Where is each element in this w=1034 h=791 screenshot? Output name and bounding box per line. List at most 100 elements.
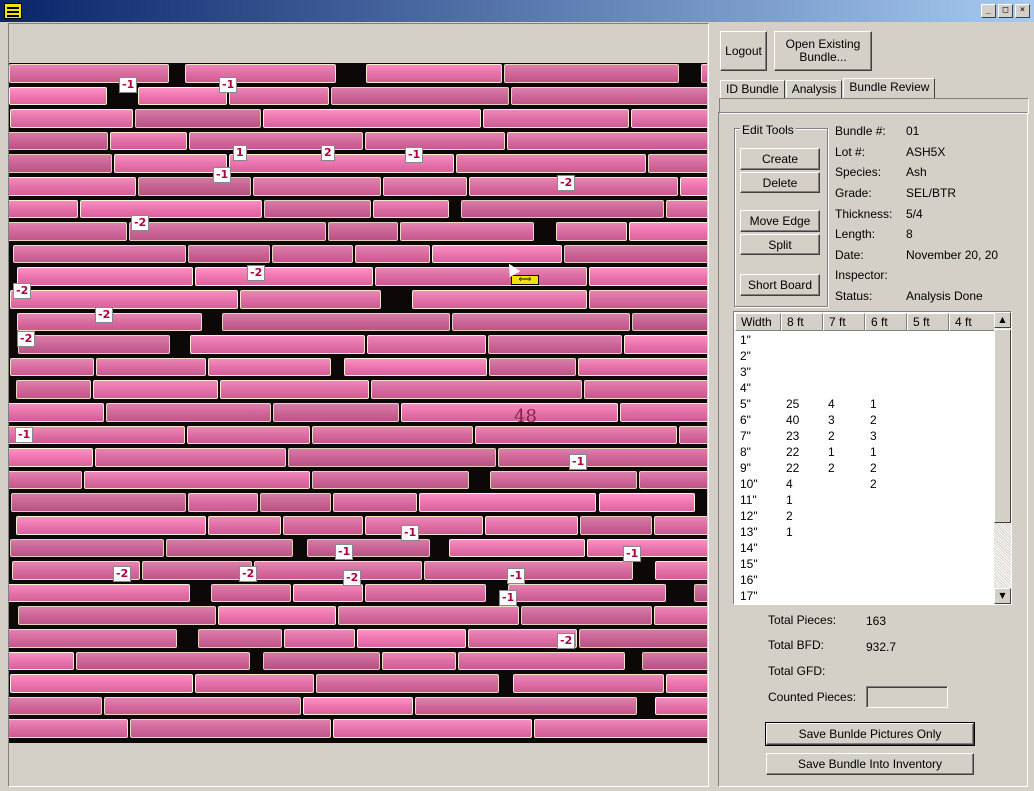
board[interactable]	[488, 335, 622, 354]
board[interactable]	[252, 177, 381, 196]
table-row[interactable]: 10" 4 2	[740, 476, 990, 492]
board[interactable]	[312, 470, 469, 490]
board[interactable]	[365, 583, 487, 603]
board[interactable]	[208, 357, 331, 377]
scroll-down-icon[interactable]: ▼	[994, 588, 1011, 604]
board[interactable]	[189, 131, 363, 151]
board[interactable]	[80, 199, 262, 219]
board[interactable]	[130, 719, 331, 738]
save-pictures-button[interactable]: Save Bunlde Pictures Only	[765, 722, 975, 746]
board[interactable]	[114, 154, 228, 173]
logout-button[interactable]: Logout	[720, 31, 767, 71]
board-tag[interactable]: -2	[13, 283, 32, 299]
board[interactable]	[475, 425, 678, 445]
board-tag[interactable]: -1	[335, 544, 354, 560]
board-tag[interactable]: -2	[247, 265, 266, 281]
board[interactable]	[580, 516, 653, 535]
board[interactable]	[632, 312, 707, 332]
board[interactable]	[284, 629, 355, 648]
board[interactable]	[229, 86, 330, 106]
board[interactable]	[333, 493, 418, 512]
board[interactable]	[510, 86, 707, 106]
board[interactable]	[75, 651, 251, 671]
board[interactable]	[9, 651, 74, 671]
board[interactable]	[365, 516, 484, 535]
board-tag[interactable]: -2	[557, 175, 576, 191]
board[interactable]	[9, 199, 79, 219]
board[interactable]	[364, 131, 505, 151]
board[interactable]	[331, 86, 509, 106]
board[interactable]	[399, 222, 535, 241]
board[interactable]	[240, 290, 381, 309]
board[interactable]	[338, 606, 519, 625]
board[interactable]	[15, 516, 207, 535]
board[interactable]	[588, 290, 707, 309]
board[interactable]	[190, 335, 366, 354]
board[interactable]	[327, 222, 398, 241]
board[interactable]	[166, 538, 293, 558]
board[interactable]	[92, 380, 218, 399]
board[interactable]	[315, 674, 499, 693]
board[interactable]	[16, 380, 91, 399]
counted-pieces-input[interactable]	[866, 686, 948, 708]
board[interactable]	[188, 493, 259, 512]
app-icon[interactable]	[4, 3, 22, 19]
board[interactable]	[9, 154, 113, 173]
board[interactable]	[578, 629, 707, 648]
board[interactable]	[513, 674, 664, 693]
column-header-6ft[interactable]: 6 ft	[865, 313, 907, 331]
board[interactable]	[9, 131, 108, 151]
board[interactable]	[9, 696, 102, 716]
board[interactable]	[456, 154, 646, 173]
board[interactable]	[16, 267, 193, 286]
board[interactable]	[195, 674, 314, 693]
board[interactable]	[84, 470, 311, 490]
board[interactable]	[219, 380, 369, 399]
board[interactable]	[642, 651, 707, 671]
board[interactable]	[629, 222, 707, 241]
board[interactable]	[700, 64, 707, 83]
board[interactable]	[483, 109, 629, 128]
board-tag[interactable]: -1	[623, 546, 642, 562]
board[interactable]	[370, 380, 583, 399]
board[interactable]	[9, 109, 133, 128]
board[interactable]	[185, 64, 337, 83]
board[interactable]	[586, 538, 707, 558]
table-row[interactable]: 3"	[740, 364, 990, 380]
delete-button[interactable]: Delete	[740, 172, 820, 193]
board[interactable]	[424, 561, 633, 580]
board[interactable]	[366, 64, 502, 83]
board[interactable]	[288, 448, 497, 467]
board[interactable]	[9, 538, 165, 558]
board[interactable]	[485, 516, 579, 535]
board[interactable]	[95, 448, 286, 467]
board[interactable]	[654, 561, 707, 580]
board[interactable]	[129, 222, 326, 241]
board[interactable]	[187, 425, 311, 445]
board-tag[interactable]: -1	[569, 454, 588, 470]
board[interactable]	[665, 199, 707, 219]
board[interactable]	[9, 403, 105, 422]
board[interactable]	[210, 583, 292, 603]
board[interactable]	[534, 719, 707, 738]
board-tag[interactable]: -1	[499, 590, 518, 606]
board[interactable]	[555, 222, 628, 241]
board[interactable]	[563, 244, 707, 264]
board-tag[interactable]: -1	[405, 147, 424, 163]
table-row[interactable]: 1"	[740, 332, 990, 348]
table-row[interactable]: 15"	[740, 556, 990, 572]
table-row[interactable]: 4"	[740, 380, 990, 396]
create-button[interactable]: Create	[740, 148, 820, 170]
board[interactable]	[356, 629, 467, 648]
board[interactable]	[218, 606, 337, 625]
board[interactable]	[141, 561, 252, 580]
column-header-4ft[interactable]: 4 ft	[949, 313, 997, 331]
board[interactable]	[630, 109, 707, 128]
board[interactable]	[9, 448, 94, 467]
board[interactable]	[260, 493, 332, 512]
board[interactable]	[9, 86, 107, 106]
board[interactable]	[694, 583, 707, 603]
tab-analysis[interactable]: Analysis	[785, 80, 843, 99]
scroll-thumb[interactable]	[994, 329, 1011, 523]
board-tag[interactable]: -1	[15, 427, 34, 443]
